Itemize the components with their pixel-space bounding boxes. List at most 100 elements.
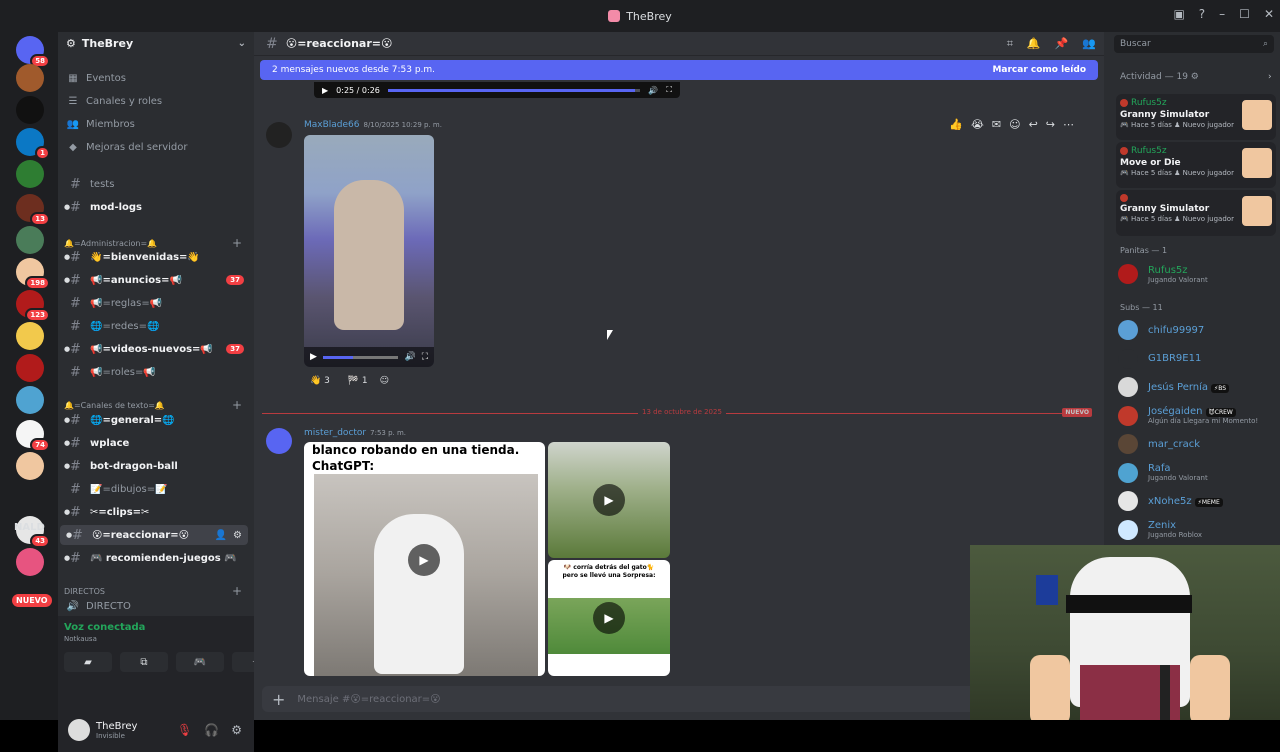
member-item[interactable]: Zenix Jugando Roblox: [1118, 517, 1278, 543]
nav-canales-y-roles[interactable]: ☰ Canales y roles: [58, 91, 248, 111]
mark-read-button[interactable]: Marcar como leído: [992, 65, 1086, 75]
add-attachment-icon[interactable]: +: [272, 690, 285, 709]
channel-item[interactable]: ● # mod-logs: [58, 197, 248, 217]
maximize-icon[interactable]: ☐: [1239, 7, 1250, 21]
channel-item[interactable]: # tests: [58, 174, 248, 194]
play-icon[interactable]: ▶: [310, 352, 317, 362]
member-item[interactable]: Rafa Jugando Valorant: [1118, 460, 1278, 486]
channel-item[interactable]: ● # bot-dragon-ball: [58, 456, 248, 476]
nav-miembros[interactable]: 👥 Miembros: [58, 114, 248, 134]
play-icon[interactable]: ▶: [593, 602, 625, 634]
threads-icon[interactable]: ⌗: [1007, 37, 1013, 51]
deafen-icon[interactable]: 🎧: [204, 723, 219, 737]
member-item[interactable]: G1BR9E11: [1118, 346, 1278, 372]
server-icon[interactable]: 123: [16, 290, 50, 322]
server-icon[interactable]: [16, 354, 44, 382]
server-icon[interactable]: [16, 160, 44, 188]
avatar[interactable]: [266, 122, 292, 148]
member-item[interactable]: xNohe5z ⚡MEME: [1118, 488, 1278, 514]
video-attachment[interactable]: blanco robando en una tienda. ChatGPT: ▶: [304, 442, 545, 676]
volume-icon[interactable]: 🔊: [648, 86, 658, 95]
activity-card[interactable]: Rufus5z Granny Simulator 🎮 Hace 5 días ♟ N…: [1116, 94, 1276, 140]
members-icon[interactable]: 👥: [1082, 37, 1096, 51]
channel-item[interactable]: ● # 📢=videos-nuevos=📢 37: [58, 339, 248, 359]
activity-card[interactable]: Rufus5z Move or Die 🎮 Hace 5 días ♟ Nuevo …: [1116, 142, 1276, 188]
server-icon[interactable]: 13: [16, 194, 50, 226]
video-attachment[interactable]: ▶ 🔊 ⛶: [304, 135, 434, 367]
channel-item[interactable]: ● # 🌐=general=🌐: [58, 410, 248, 430]
volume-icon[interactable]: 🔊: [404, 352, 415, 362]
settings-icon[interactable]: ⚙: [233, 530, 242, 541]
server-icon[interactable]: [16, 548, 44, 576]
help-icon[interactable]: ?: [1199, 7, 1205, 21]
nav-mejoras-del-servidor[interactable]: ◆ Mejoras del servidor: [58, 137, 248, 157]
server-icon[interactable]: [16, 64, 44, 92]
server-header[interactable]: ⚙ TheBrey ⌄: [58, 32, 254, 54]
camera-button[interactable]: ▰: [64, 652, 112, 672]
channel-item[interactable]: # 📢=reglas=📢: [58, 293, 248, 313]
message-author[interactable]: mister_doctor 7:53 p. m.: [304, 428, 406, 438]
progress-bar[interactable]: [387, 88, 641, 92]
reply-icon[interactable]: ↩: [1029, 118, 1038, 131]
voice-channel-directo[interactable]: 🔊 DIRECTO: [58, 596, 248, 616]
new-messages-bar[interactable]: 2 mensajes nuevos desde 7:53 p.m. Marcar…: [260, 60, 1098, 80]
member-item[interactable]: mar_crack: [1118, 431, 1278, 457]
mute-icon[interactable]: 🎙: [177, 723, 192, 737]
channel-item[interactable]: ● # 😮=reaccionar=😮 👤 ⚙: [60, 525, 248, 545]
server-icon[interactable]: 58: [16, 36, 50, 68]
activities-button[interactable]: 🎮: [176, 652, 224, 672]
video-attachment[interactable]: ▶: [548, 442, 670, 558]
play-icon[interactable]: ▶: [408, 544, 440, 576]
channel-item[interactable]: ● # 👋=bienvenidas=👋: [58, 247, 248, 267]
inbox-icon[interactable]: ▣: [1173, 7, 1184, 21]
more-icon[interactable]: ⋯: [1063, 118, 1074, 131]
server-icon[interactable]: [16, 226, 44, 254]
message-author[interactable]: MaxBlade66 8/10/2025 10:29 p. m.: [304, 120, 442, 130]
react-cry-icon[interactable]: 😭: [971, 118, 984, 131]
play-icon[interactable]: ▶: [322, 86, 328, 95]
forward-icon[interactable]: ↪: [1046, 118, 1055, 131]
activity-card[interactable]: Granny Simulator 🎮 Hace 5 días ♟ Nuevo ju…: [1116, 190, 1276, 236]
reaction-flag[interactable]: 🏁 1: [342, 374, 374, 388]
member-item[interactable]: chifu99997: [1118, 317, 1278, 343]
add-reaction-icon[interactable]: ☺: [1009, 118, 1020, 131]
server-icon[interactable]: 198: [16, 258, 50, 290]
react-thumbs-icon[interactable]: 👍: [949, 118, 963, 131]
channel-item[interactable]: # 🌐=redes=🌐: [58, 316, 248, 336]
server-icon[interactable]: [16, 386, 44, 414]
server-icon[interactable]: 74: [16, 420, 50, 452]
fullscreen-icon[interactable]: ⛶: [422, 352, 428, 362]
member-item[interactable]: Joségaiden 😈CREW Algún día Llegara mi Mome…: [1118, 403, 1278, 429]
channel-item[interactable]: ● # ✂=clips=✂: [58, 502, 248, 522]
close-icon[interactable]: ✕: [1264, 7, 1274, 21]
channel-item[interactable]: ● # wplace: [58, 433, 248, 453]
channel-item[interactable]: ● # 📢=anuncios=📢 37: [58, 270, 248, 290]
progress-bar[interactable]: [322, 355, 399, 359]
invite-icon[interactable]: 👤: [215, 530, 227, 541]
server-icon[interactable]: [16, 452, 44, 480]
video-attachment[interactable]: 🐶 corría detrás del gato🐈 pero se llevó u…: [548, 560, 670, 676]
chevron-right-icon[interactable]: ›: [1268, 72, 1272, 82]
server-icon[interactable]: [16, 96, 44, 124]
add-reaction-icon[interactable]: ☺: [380, 376, 389, 386]
settings-icon[interactable]: ⚙: [231, 723, 242, 737]
channel-item[interactable]: # 📝=dibujos=📝: [58, 479, 248, 499]
member-item[interactable]: Jesús Pernía ⚡BS: [1118, 374, 1278, 400]
nav-eventos[interactable]: ▦ Eventos: [58, 68, 248, 88]
bell-icon[interactable]: 🔔: [1027, 37, 1041, 51]
minimize-icon[interactable]: –: [1219, 7, 1225, 21]
fullscreen-icon[interactable]: ⛶: [666, 85, 672, 95]
channel-item[interactable]: ● # 🎮 recomienden-juegos 🎮: [58, 548, 248, 568]
channel-item[interactable]: # 📢=roles=📢: [58, 362, 248, 382]
reaction-wave[interactable]: 👋 3: [304, 374, 336, 388]
search-input[interactable]: Buscar ⌕: [1114, 35, 1274, 53]
screen-share-button[interactable]: ⧉: [120, 652, 168, 672]
play-icon[interactable]: ▶: [593, 484, 625, 516]
avatar[interactable]: [266, 428, 292, 454]
react-mail-icon[interactable]: ✉: [992, 118, 1001, 131]
pin-icon[interactable]: 📌: [1055, 37, 1069, 51]
avatar[interactable]: [68, 719, 90, 741]
server-icon[interactable]: 1: [16, 128, 50, 160]
member-item[interactable]: Rufus5z Jugando Valorant: [1118, 261, 1278, 287]
server-icon[interactable]: [16, 322, 44, 350]
